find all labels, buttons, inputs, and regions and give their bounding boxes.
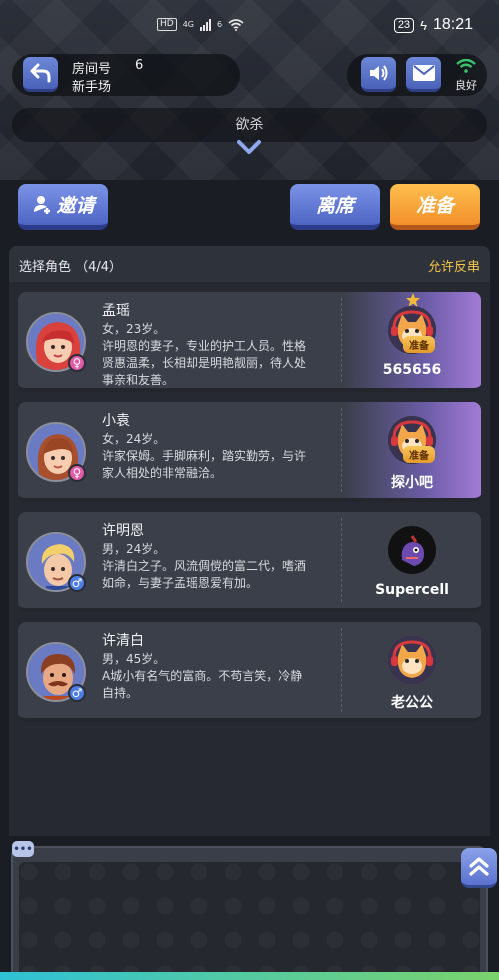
connection-status: 良好 — [451, 58, 481, 93]
role-meta: 男，45岁。 — [102, 652, 166, 666]
divider — [341, 518, 342, 602]
player-slot[interactable]: 准备 探小吧 — [343, 402, 481, 498]
role-description: A城小有名气的富商。不苟言笑，冷静自持。 — [102, 669, 303, 700]
top-toolbar: 良好 — [347, 54, 487, 96]
expand-chat-button[interactable] — [461, 848, 497, 888]
panel-header: 选择角色 （4/4） 允许反串 — [9, 246, 490, 282]
invite-button[interactable]: 邀请 — [18, 184, 108, 230]
speaker-icon — [369, 65, 387, 81]
divider — [341, 408, 342, 492]
player-slot[interactable]: 准备 565656 — [343, 292, 481, 388]
chat-panel[interactable] — [11, 846, 488, 980]
wifi-status-icon — [228, 18, 244, 31]
room-mode: 新手场 — [72, 80, 112, 95]
divider — [341, 628, 342, 712]
double-chevron-up-icon — [469, 856, 489, 876]
room-number: 6 — [135, 58, 144, 73]
hd-badge: HD — [157, 18, 177, 31]
status-right: 23 ϟ 18:21 — [393, 16, 473, 34]
leave-seat-button[interactable]: 离席 — [290, 184, 380, 230]
role-description: 许明恩的妻子，专业的护工人员。性格贤惠温柔，长相却是明艳靓丽，待人处事亲和友善。 — [102, 339, 307, 387]
role-card[interactable]: ♀ 孟瑶 女，23岁。 许明恩的妻子，专业的护工人员。性格贤惠温柔，长相却是明艳… — [18, 292, 481, 392]
sound-button[interactable] — [361, 57, 396, 92]
player-slot[interactable]: 老公公 — [343, 622, 481, 718]
mail-button[interactable] — [406, 57, 441, 92]
role-meta: 男，24岁。 — [102, 542, 166, 556]
status-indicators: HD 4G 6 — [157, 18, 244, 31]
status-bar: HD 4G 6 23 ϟ 18:21 — [0, 0, 499, 46]
role-description: 许家保姆。手脚麻利，踏实勤劳，与许家人相处的非常融洽。 — [102, 449, 307, 480]
game-title-bar: 欲杀 — [12, 108, 487, 142]
female-icon: ♀ — [68, 464, 86, 482]
charging-icon: ϟ — [420, 17, 427, 33]
player-avatar — [388, 526, 436, 574]
game-title: 欲杀 — [235, 117, 264, 133]
room-info: 房间号 6 新手场 — [12, 54, 240, 96]
player-name: Supercell — [375, 582, 449, 598]
player-slot[interactable]: Supercell — [343, 512, 481, 608]
male-icon: ♂ — [68, 684, 86, 702]
back-button[interactable] — [23, 57, 58, 92]
mail-icon — [412, 65, 435, 81]
bottom-bar — [0, 972, 499, 980]
invite-label: 邀请 — [56, 195, 95, 217]
role-name: 孟瑶 — [102, 303, 130, 319]
connection-label: 良好 — [455, 79, 477, 92]
battery-icon: 23 — [393, 17, 415, 33]
wifi-icon — [456, 58, 476, 73]
female-icon: ♀ — [68, 354, 86, 372]
role-name: 许明恩 — [102, 523, 144, 539]
chevron-down-icon[interactable] — [236, 138, 262, 156]
player-name: 565656 — [382, 362, 442, 378]
network-type: 4G — [182, 20, 194, 29]
back-arrow-icon — [30, 63, 50, 83]
role-name: 小袁 — [102, 413, 130, 429]
role-card[interactable]: ♂ 许清白 男，45岁。 A城小有名气的富商。不苟言笑，冷静自持。 老公公 — [18, 622, 481, 722]
chat-bubble-icon[interactable]: ••• — [12, 841, 34, 857]
ready-button[interactable]: 准备 — [390, 184, 480, 230]
divider — [341, 298, 342, 382]
role-card[interactable]: ♂ 许明恩 男，24岁。 许清白之子。风流倜傥的富二代，嗜酒如命，与妻子孟瑶恩爱… — [18, 512, 481, 612]
role-meta: 女，24岁。 — [102, 432, 166, 446]
clock: 18:21 — [432, 16, 473, 33]
ready-badge: 准备 — [403, 446, 435, 463]
role-meta: 女，23岁。 — [102, 322, 166, 336]
male-icon: ♂ — [68, 574, 86, 592]
wifi-badge: 6 — [217, 20, 223, 29]
role-name: 许清白 — [102, 633, 144, 649]
player-name: 老公公 — [391, 695, 433, 711]
role-description: 许清白之子。风流倜傥的富二代，嗜酒如命，与妻子孟瑶恩爱有加。 — [102, 559, 307, 590]
player-name: 探小吧 — [391, 475, 433, 491]
room-number-label: 房间号 — [72, 62, 112, 77]
signal-icon — [200, 18, 211, 31]
ready-label: 准备 — [415, 195, 454, 217]
chat-log — [19, 862, 480, 978]
ready-badge: 准备 — [403, 336, 435, 353]
add-user-icon — [34, 195, 51, 214]
allow-cross-gender-toggle[interactable]: 允许反串 — [428, 256, 480, 275]
player-avatar — [388, 636, 436, 684]
role-card[interactable]: ♀ 小袁 女，24岁。 许家保姆。手脚麻利，踏实勤劳，与许家人相处的非常融洽。 … — [18, 402, 481, 502]
panel-title: 选择角色 （4/4） — [19, 260, 123, 275]
leave-seat-label: 离席 — [315, 195, 354, 217]
